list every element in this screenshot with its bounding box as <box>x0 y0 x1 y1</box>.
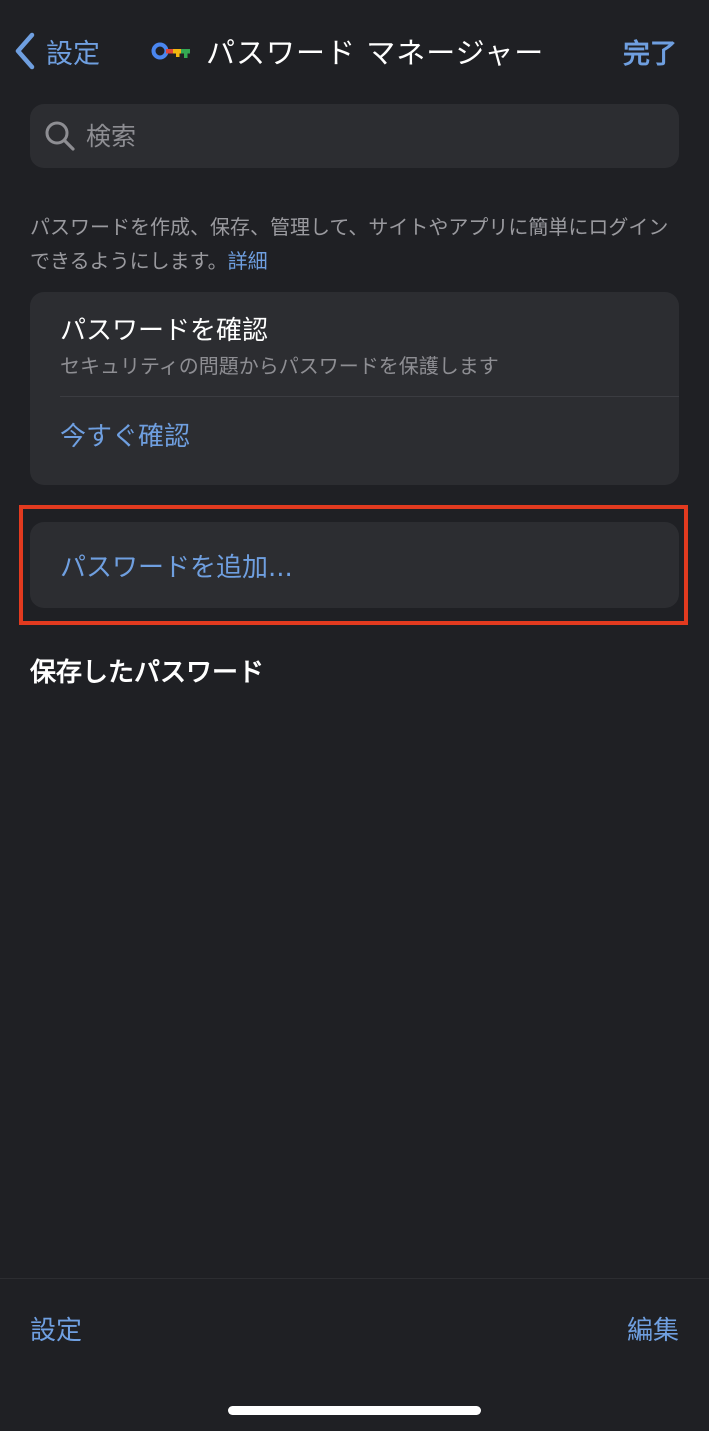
toolbar-divider <box>0 1278 709 1279</box>
details-link[interactable]: 詳細 <box>228 249 268 273</box>
search-icon <box>42 118 78 154</box>
done-button[interactable]: 完了 <box>623 28 677 74</box>
navigation-bar: 設定 パスワード マネージャー 完了 <box>0 0 709 100</box>
password-check-subtitle: セキュリティの問題からパスワードを保護します <box>60 354 499 378</box>
home-indicator <box>228 1406 481 1415</box>
saved-passwords-header: 保存したパスワード <box>30 658 265 688</box>
settings-button[interactable]: 設定 <box>30 1310 82 1347</box>
back-label: 設定 <box>46 38 100 70</box>
password-check-title: パスワードを確認 <box>60 316 269 346</box>
highlight-annotation <box>19 505 688 625</box>
password-check-card: パスワードを確認 セキュリティの問題からパスワードを保護します 今すぐ確認 <box>30 292 679 485</box>
back-button[interactable]: 設定 <box>14 28 100 74</box>
chevron-left-icon <box>14 32 36 70</box>
page-title: パスワード マネージャー <box>206 36 545 70</box>
key-icon <box>150 40 194 62</box>
description-body: パスワードを作成、保存、管理して、サイトやアプリに簡単にログインできるようにしま… <box>30 215 669 273</box>
check-now-button[interactable]: 今すぐ確認 <box>60 416 190 453</box>
edit-button[interactable]: 編集 <box>627 1310 679 1347</box>
page-title-group: パスワード マネージャー <box>150 28 544 74</box>
description-text: パスワードを作成、保存、管理して、サイトやアプリに簡単にログインできるようにしま… <box>30 210 680 278</box>
search-bar[interactable] <box>30 104 679 168</box>
divider <box>60 396 679 397</box>
search-input[interactable] <box>84 120 648 152</box>
